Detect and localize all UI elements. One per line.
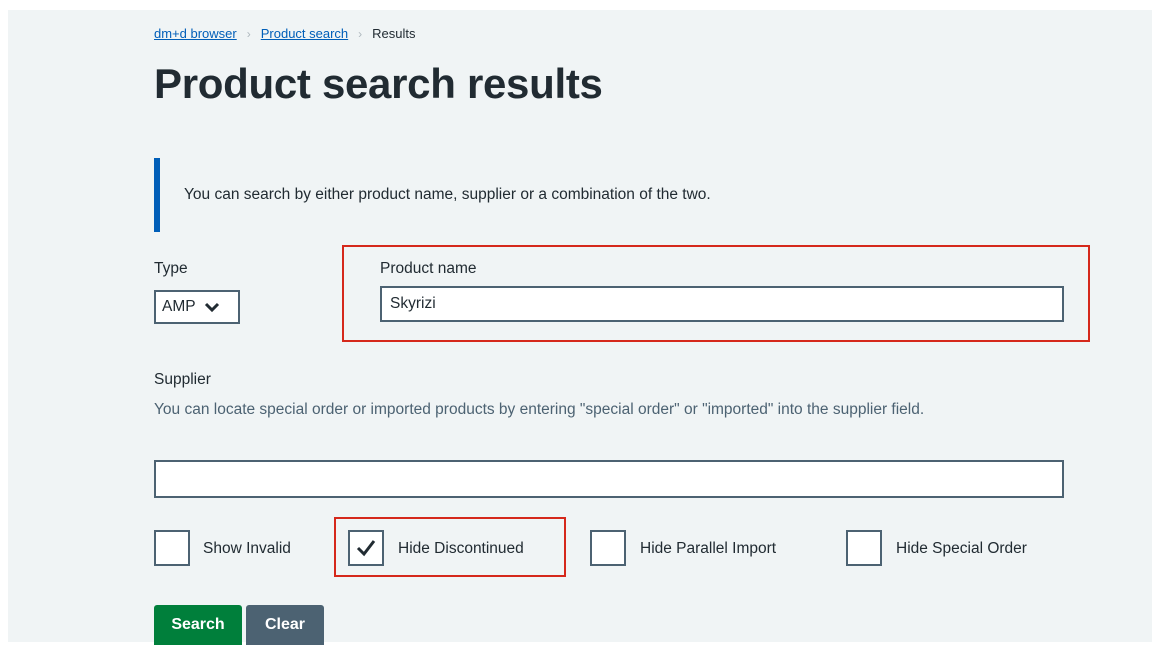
product-name-label: Product name [380, 260, 477, 277]
hide-discontinued-checkbox[interactable] [348, 530, 384, 566]
page-title: Product search results [154, 60, 603, 107]
inset-text-panel: You can search by either product name, s… [154, 158, 1060, 232]
inset-text: You can search by either product name, s… [184, 186, 711, 203]
product-name-input[interactable]: Skyrizi [380, 286, 1064, 322]
hide-parallel-import-checkbox[interactable] [590, 530, 626, 566]
checkmark-icon [356, 540, 376, 557]
hide-discontinued-label[interactable]: Hide Discontinued [398, 540, 524, 558]
breadcrumb-current: Results [372, 26, 416, 41]
type-selected-value: AMP [162, 298, 196, 315]
breadcrumb-separator-icon: › [358, 26, 363, 41]
show-invalid-checkbox[interactable] [154, 530, 190, 566]
supplier-hint: You can locate special order or imported… [154, 401, 925, 418]
breadcrumb: dm+d browser › Product search › Results [154, 26, 416, 41]
type-select[interactable]: AMP [154, 290, 240, 324]
breadcrumb-link-product-search[interactable]: Product search [261, 26, 348, 41]
clear-button[interactable]: Clear [246, 605, 324, 645]
hide-parallel-import-label[interactable]: Hide Parallel Import [640, 540, 776, 558]
hide-special-order-label[interactable]: Hide Special Order [896, 540, 1027, 558]
search-button[interactable]: Search [154, 605, 242, 645]
breadcrumb-link-dmd-browser[interactable]: dm+d browser [154, 26, 237, 41]
breadcrumb-separator-icon: › [246, 26, 251, 41]
supplier-input[interactable] [154, 460, 1064, 498]
page-background: dm+d browser › Product search › Results … [8, 10, 1152, 645]
show-invalid-label[interactable]: Show Invalid [203, 540, 291, 558]
type-label: Type [154, 260, 188, 277]
chevron-down-icon [204, 301, 220, 313]
hide-special-order-checkbox[interactable] [846, 530, 882, 566]
supplier-label: Supplier [154, 371, 211, 388]
